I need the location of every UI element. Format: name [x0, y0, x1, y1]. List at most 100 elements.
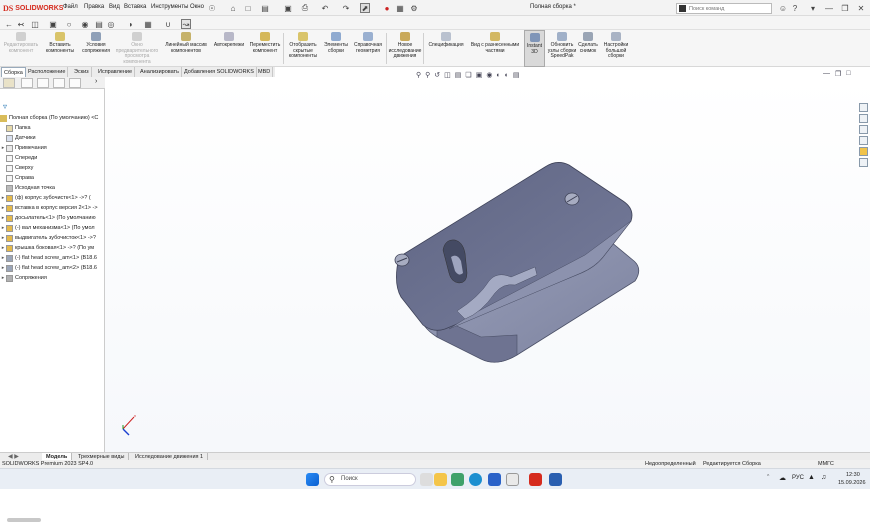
graphics-area[interactable]: ⚲ ⚲ ↺ ◫ ▤ ❏ ▣ ◉ ◐ ◐ ▤ — ❐ □ x: [105, 70, 870, 452]
display-style-icon[interactable]: ▣: [476, 71, 483, 79]
word-icon[interactable]: [549, 473, 562, 486]
curves-icon[interactable]: ∪: [163, 19, 173, 29]
tree-item[interactable]: Спереди: [0, 153, 105, 163]
filter-icon[interactable]: ▿: [3, 102, 7, 111]
new-motion-study-button[interactable]: Новое исследование движения: [387, 30, 423, 67]
large-assembly-settings-button[interactable]: Настройки большой сборки: [600, 30, 632, 67]
file-explorer-icon[interactable]: [434, 473, 447, 486]
tree-item[interactable]: ▸ выдвигатель зубочисток<1> ->?: [0, 233, 105, 243]
tree-root-assembly[interactable]: Полная сборка (По умолчанию) <С: [0, 113, 105, 123]
previous-view-icon[interactable]: ↢: [16, 19, 26, 29]
update-speedpak-button[interactable]: Обновить узлы сборки SpeedPak: [547, 30, 577, 67]
viewport-restore-icon[interactable]: ❐: [835, 70, 841, 79]
move-component-button[interactable]: Переместить компонент: [247, 30, 283, 67]
tree-item[interactable]: Сверху: [0, 163, 105, 173]
pin-icon[interactable]: ☉: [207, 3, 217, 13]
display-style-icon[interactable]: ▣: [48, 19, 58, 29]
resources-icon[interactable]: [859, 114, 868, 123]
windows-start-icon[interactable]: [306, 473, 319, 486]
task-view-icon[interactable]: [420, 473, 433, 486]
display-manager-tab-icon[interactable]: [69, 78, 81, 88]
edit-component-button[interactable]: Редактировать компонент: [1, 30, 41, 67]
section-view-icon[interactable]: ◫: [30, 19, 40, 29]
home-icon[interactable]: ⌂: [228, 3, 238, 13]
tree-item[interactable]: ▸ Примечания: [0, 143, 105, 153]
assembly-3d-model[interactable]: [385, 147, 655, 387]
tab-sketch[interactable]: Эскиз: [72, 67, 92, 77]
solidworks-taskbar-icon[interactable]: [529, 473, 542, 486]
file-properties-icon[interactable]: ▦: [395, 3, 405, 13]
clock-time[interactable]: 12:30: [846, 472, 860, 478]
insert-components-button[interactable]: Вставить компоненты: [41, 30, 79, 67]
tree-item[interactable]: ▸ крышка боковая<1> ->? (По ум: [0, 243, 105, 253]
solidworks-logo[interactable]: DS SOLIDWORKS: [3, 2, 63, 14]
tab-analyze[interactable]: Анализировать: [138, 67, 182, 77]
zoom-to-area-icon[interactable]: ⚲: [425, 71, 430, 79]
onedrive-icon[interactable]: ☁: [779, 474, 786, 482]
file-explorer-icon[interactable]: [859, 136, 868, 145]
appearances-icon[interactable]: [859, 147, 868, 156]
tab-solidworks-addins[interactable]: Добавления SOLIDWORKS: [182, 67, 257, 77]
tree-item[interactable]: ▸ (-) flat head screw_am<2> (B18.6: [0, 263, 105, 273]
close-icon[interactable]: ✕: [856, 3, 866, 13]
volume-icon[interactable]: ♫: [821, 474, 826, 481]
clock-date[interactable]: 15.09.2026: [838, 480, 866, 486]
chrome-icon[interactable]: [451, 473, 464, 486]
hide-show-items-icon[interactable]: ◉: [486, 71, 492, 79]
tree-item[interactable]: Справа: [0, 173, 105, 183]
menu-insert[interactable]: Вставка: [124, 4, 146, 10]
property-manager-tab-icon[interactable]: [21, 78, 33, 88]
options-gear-icon[interactable]: ⚙: [409, 3, 419, 13]
menu-view[interactable]: Вид: [109, 4, 120, 10]
restore-icon[interactable]: ❐: [840, 3, 850, 13]
scene-icon[interactable]: ▤: [94, 19, 104, 29]
smart-fasteners-button[interactable]: Автокрепежи: [211, 30, 247, 67]
tab-mbd[interactable]: MBD: [256, 67, 274, 77]
tree-item[interactable]: Папка: [0, 123, 105, 133]
bill-of-materials-button[interactable]: Спецификация: [425, 30, 467, 67]
dynamic-annotation-icon[interactable]: ▤: [455, 71, 462, 79]
edit-appearance-icon[interactable]: ◉: [80, 19, 90, 29]
panel-expand-icon[interactable]: ›: [95, 78, 97, 85]
wifi-icon[interactable]: ▲: [808, 474, 815, 481]
rebuild-icon[interactable]: ●: [382, 3, 392, 13]
custom-properties-icon[interactable]: [859, 158, 868, 167]
viewport-minimize-icon[interactable]: —: [823, 70, 830, 79]
tab-assembly[interactable]: Сборка: [1, 67, 26, 77]
menu-edit[interactable]: Правка: [84, 4, 104, 10]
back-arrow-icon[interactable]: ←: [4, 19, 14, 29]
viewport-maximize-icon[interactable]: □: [846, 70, 850, 79]
section-view-icon[interactable]: ◫: [444, 71, 451, 79]
select-pointer-icon[interactable]: ⬈: [360, 3, 370, 13]
tab-scroll-icon[interactable]: ◀ ▶: [8, 453, 19, 460]
take-snapshot-button[interactable]: Сделать снимок: [577, 30, 599, 67]
tray-expand-icon[interactable]: ˆ: [767, 475, 769, 482]
reference-geometry-button[interactable]: Справочная геометрия: [351, 30, 385, 67]
user-icon[interactable]: ☺: [778, 3, 788, 13]
zoom-to-fit-icon[interactable]: ⚲: [416, 71, 421, 79]
minimize-icon[interactable]: —: [824, 3, 834, 13]
tree-item[interactable]: Датчики: [0, 133, 105, 143]
rapid-sketch-icon[interactable]: ↝: [181, 19, 191, 29]
view-settings-icon[interactable]: ▤: [513, 71, 520, 79]
tree-item[interactable]: ▸ (-) flat head screw_am<1> (B18.6: [0, 253, 105, 263]
menu-file[interactable]: Файл: [63, 4, 78, 10]
horizontal-scrollbar[interactable]: [7, 518, 41, 522]
save-icon[interactable]: ▣: [283, 3, 293, 13]
tree-item[interactable]: ▸ (ф) корпус зубочистк<1> ->? (: [0, 193, 105, 203]
component-preview-window-button[interactable]: Окно предварительного просмотра компонен…: [113, 30, 161, 67]
show-hidden-components-button[interactable]: Отобразить скрытые компоненты: [285, 30, 321, 67]
open-icon[interactable]: ▤: [260, 3, 270, 13]
print-icon[interactable]: ⎙: [300, 3, 310, 13]
language-indicator[interactable]: РУС: [792, 475, 804, 481]
help-dropdown-icon[interactable]: ▾: [808, 3, 818, 13]
store-icon[interactable]: [506, 473, 519, 486]
design-library-icon[interactable]: [859, 125, 868, 134]
tree-item[interactable]: ▸ (-) вал механизма<1> (По умол: [0, 223, 105, 233]
configuration-manager-tab-icon[interactable]: [37, 78, 49, 88]
tree-item[interactable]: ▸ вставка в корпус версия 2<1> ->: [0, 203, 105, 213]
outlook-icon[interactable]: [488, 473, 501, 486]
assembly-features-button[interactable]: Элементы сборки: [321, 30, 351, 67]
search-scope-icon[interactable]: [679, 5, 686, 12]
shadows-icon[interactable]: ▦: [143, 19, 153, 29]
